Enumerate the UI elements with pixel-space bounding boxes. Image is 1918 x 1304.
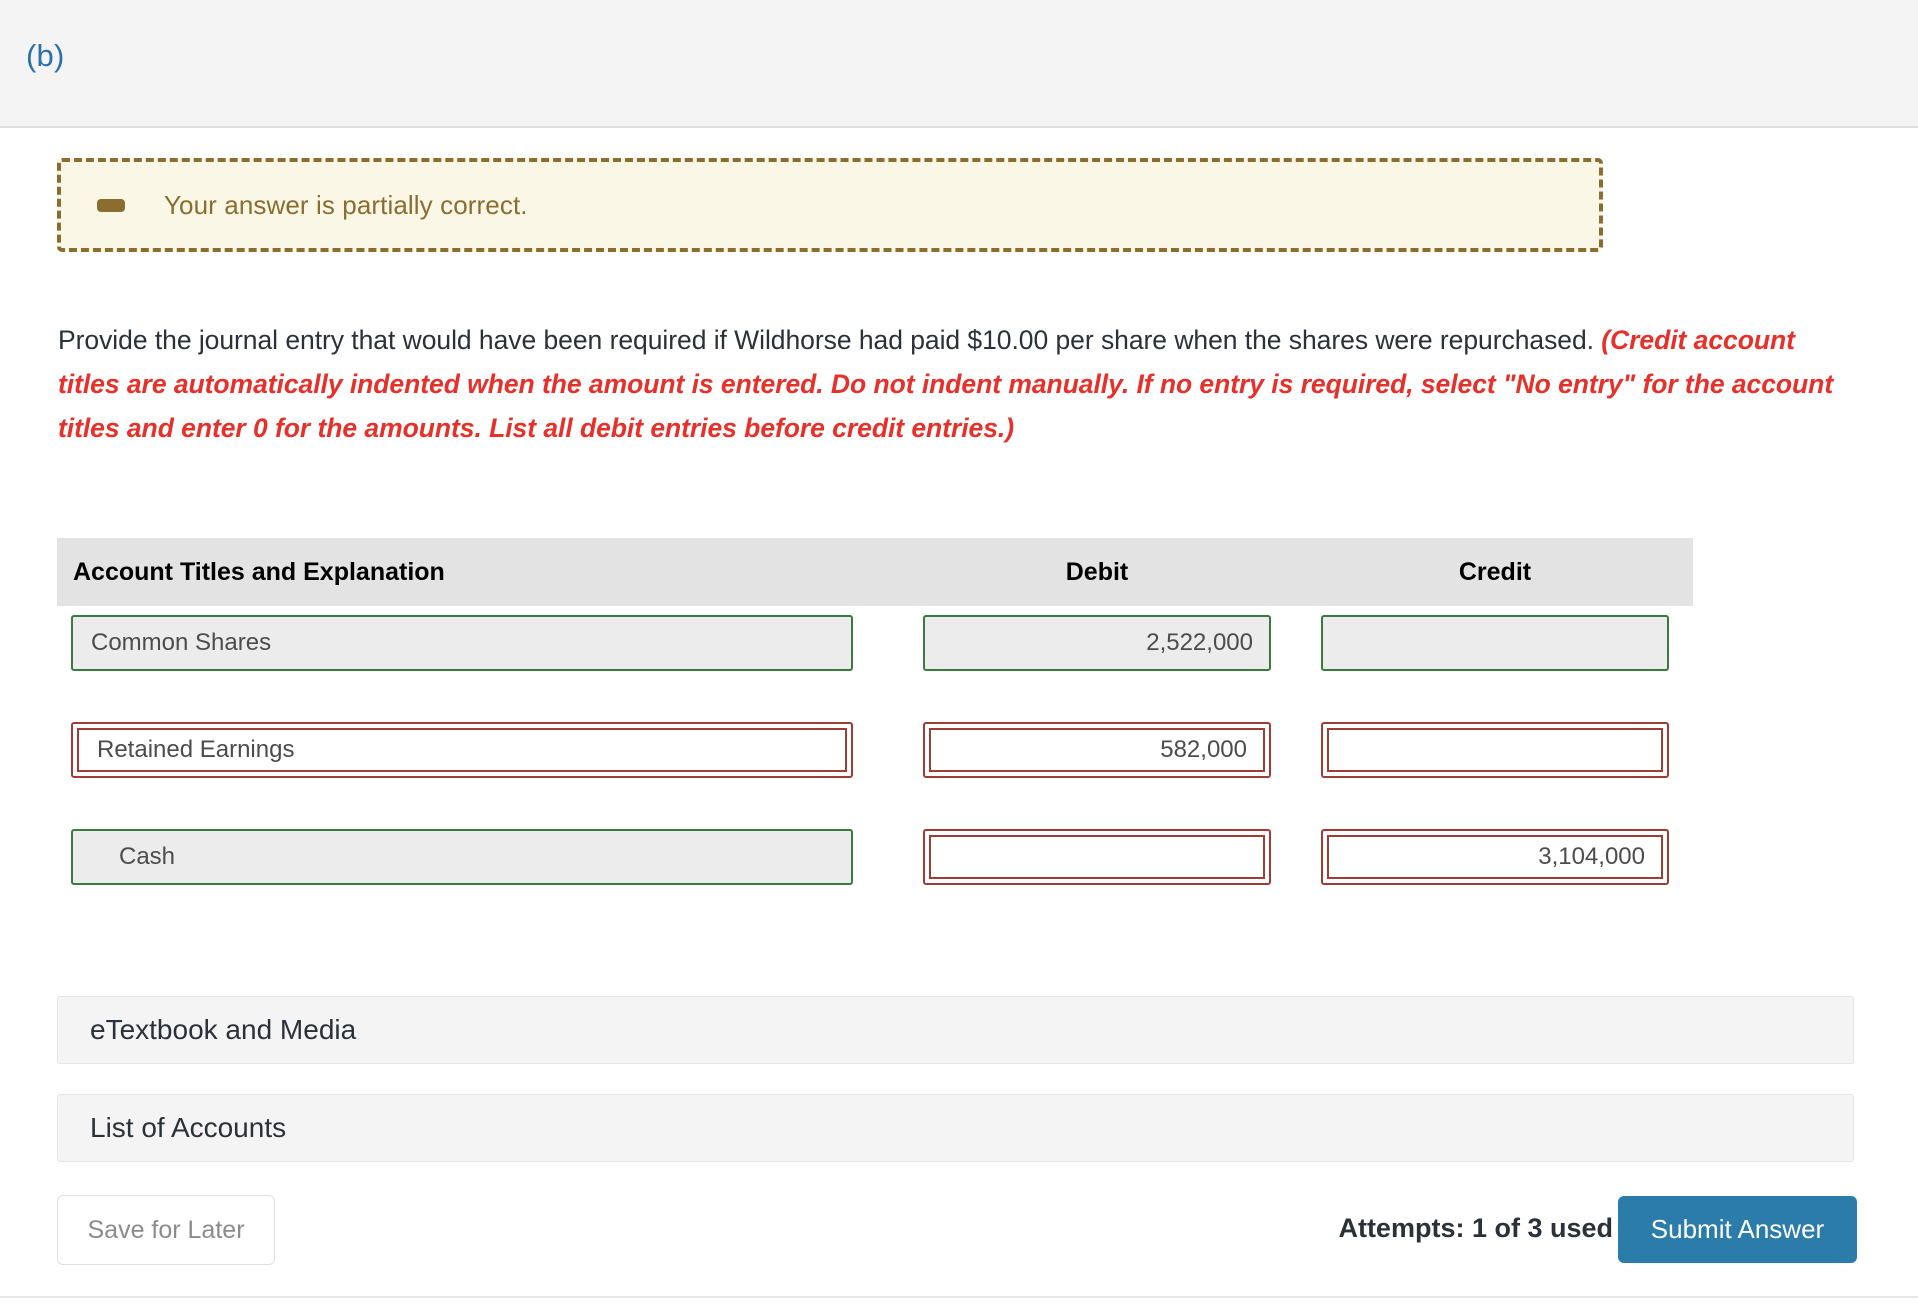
table-row: Cash 3,104,000 (57, 820, 1693, 927)
debit-value-2: 582,000 (1160, 736, 1247, 763)
question-instruction: Provide the journal entry that would hav… (58, 318, 1848, 450)
column-header-debit: Debit (1065, 557, 1129, 586)
account-title-value-2: Retained Earnings (97, 736, 295, 763)
account-title-input-3[interactable]: Cash (71, 829, 853, 885)
cell-credit (1297, 606, 1693, 671)
table-header-row: Account Titles and Explanation Debit Cre… (57, 538, 1693, 606)
account-title-value-3: Cash (119, 843, 176, 870)
minus-icon (97, 198, 125, 212)
debit-input-2[interactable]: 582,000 (923, 722, 1271, 778)
debit-input-3[interactable] (923, 829, 1271, 885)
page-title: (b) (26, 38, 65, 73)
status-banner-partially-correct: Your answer is partially correct. (57, 158, 1603, 252)
account-title-input-1[interactable]: Common Shares (71, 615, 853, 671)
table-row: Common Shares 2,522,000 (57, 606, 1693, 713)
section-header-band: (b) (0, 0, 1918, 128)
debit-value-1: 2,522,000 (1146, 629, 1253, 656)
credit-input-2[interactable] (1321, 722, 1669, 778)
cell-credit: 3,104,000 (1297, 820, 1693, 885)
list-of-accounts-label: List of Accounts (90, 1112, 287, 1143)
cell-account: Cash (57, 820, 897, 885)
account-title-value-1: Common Shares (91, 629, 272, 656)
cell-account: Retained Earnings (57, 713, 897, 778)
instruction-main: Provide the journal entry that would hav… (58, 325, 1602, 355)
journal-entry-table: Account Titles and Explanation Debit Cre… (57, 538, 1693, 927)
save-for-later-button[interactable]: Save for Later (57, 1195, 275, 1265)
etextbook-and-media-label: eTextbook and Media (90, 1014, 357, 1045)
cell-debit: 582,000 (897, 713, 1297, 778)
attempts-counter: Attempts: 1 of 3 used (1338, 1213, 1613, 1243)
cell-credit (1297, 713, 1693, 778)
submit-answer-button[interactable]: Submit Answer (1618, 1196, 1857, 1263)
column-header-credit: Credit (1458, 557, 1532, 586)
table-row: Retained Earnings 582,000 (57, 713, 1693, 820)
debit-input-1[interactable]: 2,522,000 (923, 615, 1271, 671)
cell-debit: 2,522,000 (897, 606, 1297, 671)
credit-value-3: 3,104,000 (1538, 843, 1645, 870)
credit-input-1[interactable] (1321, 615, 1669, 671)
column-header-account: Account Titles and Explanation (73, 557, 445, 586)
list-of-accounts-bar[interactable]: List of Accounts (57, 1094, 1854, 1162)
account-title-input-2[interactable]: Retained Earnings (71, 722, 853, 778)
cell-debit (897, 820, 1297, 885)
bottom-divider (0, 1296, 1918, 1298)
etextbook-and-media-bar[interactable]: eTextbook and Media (57, 996, 1854, 1064)
credit-input-3[interactable]: 3,104,000 (1321, 829, 1669, 885)
cell-account: Common Shares (57, 606, 897, 671)
status-message: Your answer is partially correct. (164, 189, 528, 220)
